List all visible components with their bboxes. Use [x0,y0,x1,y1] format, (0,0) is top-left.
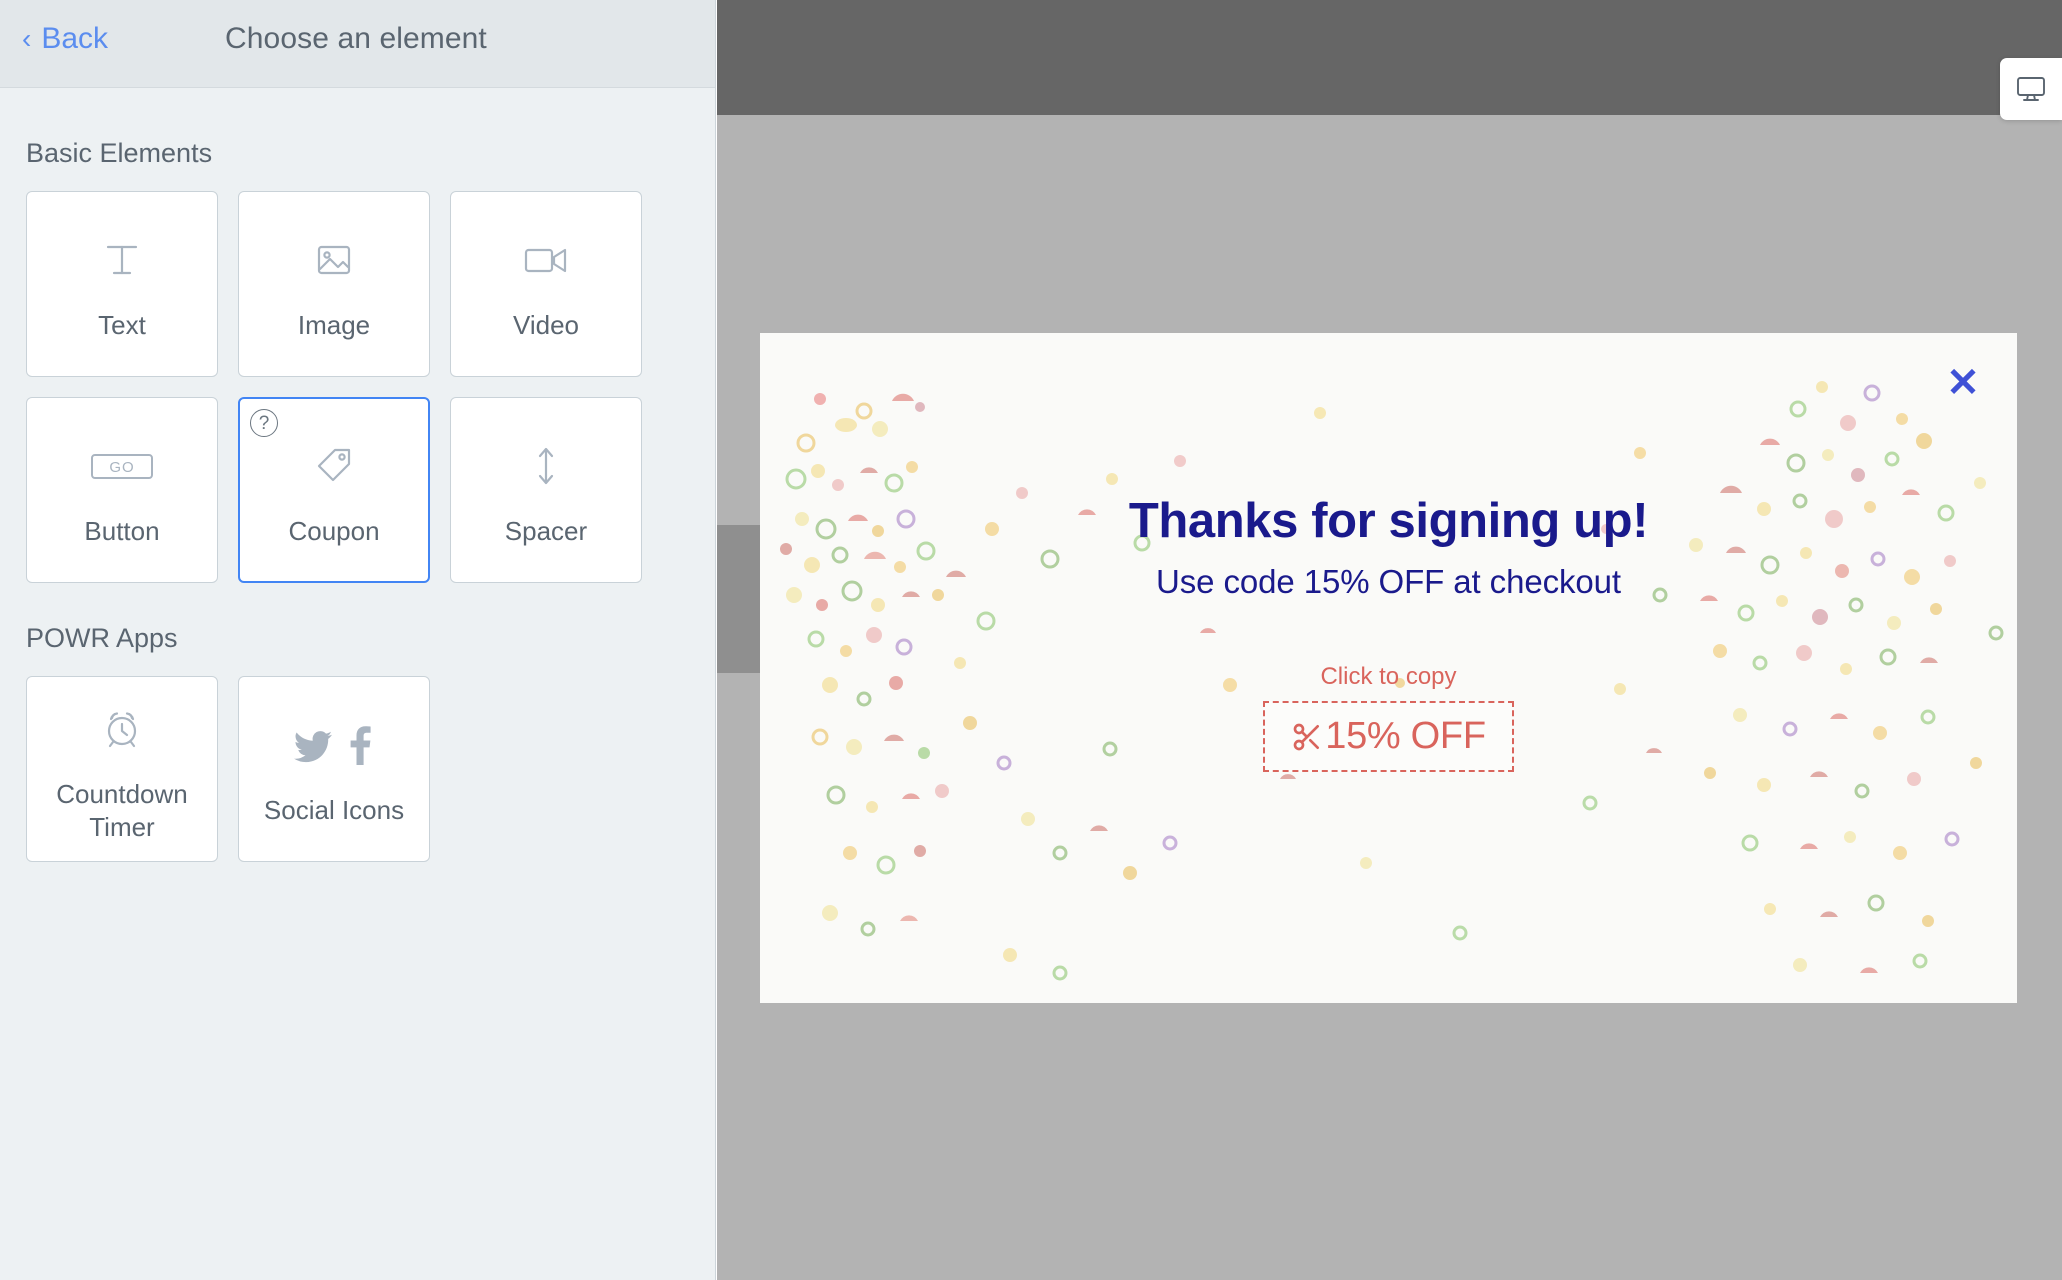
basic-elements-heading: Basic Elements [26,138,213,168]
powr-apps-heading: POWR Apps [26,623,178,653]
image-icon [312,225,356,295]
help-question-icon[interactable]: ? [250,409,278,437]
svg-text:GO: GO [109,459,134,476]
back-button-label: Back [41,22,109,55]
go-button-icon: GO [86,431,158,501]
element-card-label: Image [297,310,371,341]
close-icon[interactable]: ✕ [1941,361,1985,405]
coupon-popup: ✕ Thanks for signing up! Use code 15% OF… [760,333,2017,1003]
element-card-text[interactable]: Text [26,191,218,377]
element-card-label: Text [98,310,146,341]
powr-apps-grid: Countdown Timer Social Icons [0,676,690,862]
text-t-icon [98,225,146,295]
popup-heading: Thanks for signing up! [1128,494,1649,548]
desktop-monitor-icon [2017,77,2045,101]
popup-subheading: Use code 15% OFF at checkout [1156,563,1621,600]
element-card-coupon[interactable]: ? Coupon [238,397,430,583]
device-preview-toggle[interactable] [2000,58,2062,120]
element-card-label: Social Icons [263,795,405,826]
twitter-facebook-icon [292,710,376,780]
page-title: Choose an element [225,22,487,55]
coupon-block: Click to copy 15% OFF [760,663,2017,772]
basic-elements-section: Basic Elements Text Image Video GO Butto… [0,88,715,583]
video-camera-icon [520,225,572,295]
back-button[interactable]: ‹ Back [22,22,108,56]
element-card-spacer[interactable]: Spacer [450,397,642,583]
alarm-clock-icon [98,694,146,764]
site-preview-canvas: ✕ Thanks for signing up! Use code 15% OF… [717,0,2062,1280]
app-root: ‹ Back Choose an element Basic Elements [0,0,2062,1280]
element-card-button[interactable]: GO Button [26,397,218,583]
element-card-image[interactable]: Image [238,191,430,377]
element-card-label: Video [512,310,580,341]
element-card-label: Spacer [504,516,588,547]
element-card-label: Coupon [288,516,380,547]
element-card-label: Countdown Timer [56,778,188,842]
basic-elements-grid: Text Image Video GO Button ? Coupon Spac… [0,191,690,583]
popup-content: Thanks for signing up! Use code 15% OFF … [760,493,2017,772]
vertical-arrows-icon [531,431,561,501]
price-tag-icon [311,431,357,501]
scissors-icon [1291,721,1323,753]
coupon-code-box[interactable]: 15% OFF [1263,701,1514,772]
coupon-code-value: 15% OFF [1325,715,1486,757]
site-mock-topbar [717,0,2062,115]
element-card-countdown-timer[interactable]: Countdown Timer [26,676,218,862]
element-picker-sidebar: ‹ Back Choose an element Basic Elements [0,0,716,1280]
powr-apps-section: POWR Apps Countdown Timer Social Icons [0,583,715,862]
chevron-left-icon: ‹ [22,23,32,54]
coupon-copy-hint: Click to copy [1320,663,1457,690]
element-card-video[interactable]: Video [450,191,642,377]
sidebar-header: ‹ Back Choose an element [0,0,715,88]
element-card-social-icons[interactable]: Social Icons [238,676,430,862]
element-card-label: Button [84,516,160,547]
